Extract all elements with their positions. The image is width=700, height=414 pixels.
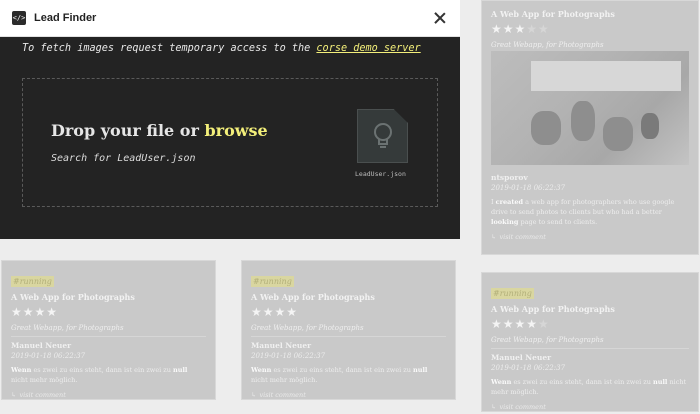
comment-card: #running A Web App for Photographs ★★★★★… <box>481 272 699 412</box>
demo-server-link[interactable]: corse demo server <box>316 43 420 54</box>
return-arrow-icon: ↳ <box>491 233 497 241</box>
return-arrow-icon: ↳ <box>251 391 257 399</box>
tag-badge[interactable]: #running <box>11 276 54 287</box>
card-date: 2019-01-18 06:22:37 <box>491 184 566 192</box>
card-subtitle: Great Webapp, for Photographs <box>251 324 446 337</box>
card-title: A Web App for Photographs <box>491 304 615 314</box>
card-title: A Web App for Photographs <box>491 9 615 19</box>
visit-comment-link[interactable]: ↳ visit comment <box>491 233 689 241</box>
star-rating: ★★★★ <box>251 305 299 319</box>
star-rating: ★★★★★ <box>491 22 550 36</box>
drop-title: Drop your file or browse <box>51 121 268 140</box>
access-notice: To fetch images request temporary access… <box>22 43 421 54</box>
visit-comment-link[interactable]: ↳ visit comment <box>491 403 689 411</box>
card-author: Manuel Neuer <box>11 341 72 350</box>
card-author: Manuel Neuer <box>251 341 312 350</box>
browse-link[interactable]: browse <box>204 121 267 140</box>
card-date: 2019-01-18 06:22:37 <box>491 364 566 372</box>
card-author: ntsporov <box>491 173 528 182</box>
comment-card: #running A Web App for Photographs ★★★★ … <box>1 260 216 400</box>
file-name-label: LeadUser.json <box>355 170 406 178</box>
card-body: I created a web app for photographers wh… <box>491 198 675 226</box>
visit-comment-link[interactable]: ↳ visit comment <box>251 391 446 399</box>
card-title: A Web App for Photographs <box>11 292 135 302</box>
close-icon[interactable] <box>432 10 448 26</box>
card-author: Manuel Neuer <box>491 353 552 362</box>
card-photo <box>491 51 689 165</box>
card-subtitle: Great Webapp, for Photographs <box>11 324 206 337</box>
card-body: Wenn es zwei zu eins steht, dann ist ein… <box>251 366 428 384</box>
card-body: Wenn es zwei zu eins steht, dann ist ein… <box>491 378 687 396</box>
card-date: 2019-01-18 06:22:37 <box>11 352 86 360</box>
comment-card: #running A Web App for Photographs ★★★★ … <box>241 260 456 400</box>
modal-title: Lead Finder <box>34 12 97 24</box>
card-title: A Web App for Photographs <box>251 292 375 302</box>
card-body: Wenn es zwei zu eins steht, dann ist ein… <box>11 366 188 384</box>
star-rating: ★★★★ <box>11 305 59 319</box>
card-subtitle: Great Webapp, for Photographs <box>491 336 689 349</box>
star-rating: ★★★★★ <box>491 317 550 331</box>
modal-header: </> Lead Finder <box>0 0 460 37</box>
file-dropzone[interactable]: Drop your file or browse Search for Lead… <box>22 78 438 207</box>
lightbulb-icon <box>374 123 392 148</box>
search-hint: Search for LeadUser.json <box>51 153 196 164</box>
visit-comment-link[interactable]: ↳ visit comment <box>11 391 206 399</box>
file-icon <box>357 109 408 163</box>
card-subtitle: Great Webapp, for Photographs <box>491 41 604 49</box>
tag-badge[interactable]: #running <box>251 276 294 287</box>
comment-card: A Web App for Photographs ★★★★★ Great We… <box>481 0 699 255</box>
code-icon: </> <box>12 11 26 25</box>
card-date: 2019-01-18 06:22:37 <box>251 352 326 360</box>
return-arrow-icon: ↳ <box>11 391 17 399</box>
lead-finder-modal: </> Lead Finder To fetch images request … <box>0 0 460 239</box>
tag-badge[interactable]: #running <box>491 288 534 299</box>
return-arrow-icon: ↳ <box>491 403 497 411</box>
